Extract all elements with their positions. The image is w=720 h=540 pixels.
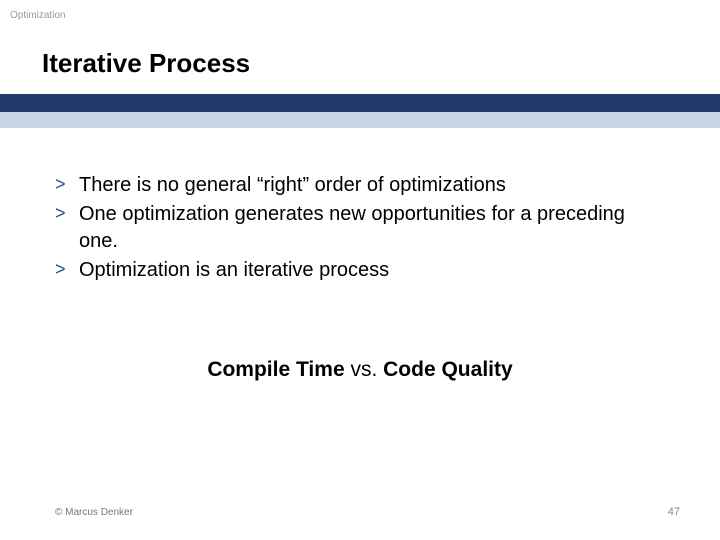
comparison-right: Code Quality [383,358,513,381]
comparison-line: Compile Time vs. Code Quality [0,358,720,382]
footer-copyright: © Marcus Denker [55,507,133,518]
bullet-marker: > [55,201,79,225]
bullet-text: One optimization generates new opportuni… [79,201,655,255]
slide-title: Iterative Process [42,48,250,79]
list-item: > There is no general “right” order of o… [55,172,655,199]
bullet-text: Optimization is an iterative process [79,257,389,284]
list-item: > Optimization is an iterative process [55,257,655,284]
page-number: 47 [668,506,680,518]
topic-label: Optimization [10,10,66,21]
light-band [0,112,720,128]
bullet-marker: > [55,172,79,196]
bullet-marker: > [55,257,79,281]
list-item: > One optimization generates new opportu… [55,201,655,255]
bullet-list: > There is no general “right” order of o… [55,172,655,286]
comparison-left: Compile Time [207,358,344,381]
comparison-mid: vs. [345,358,384,381]
dark-band [0,94,720,112]
bullet-text: There is no general “right” order of opt… [79,172,506,199]
